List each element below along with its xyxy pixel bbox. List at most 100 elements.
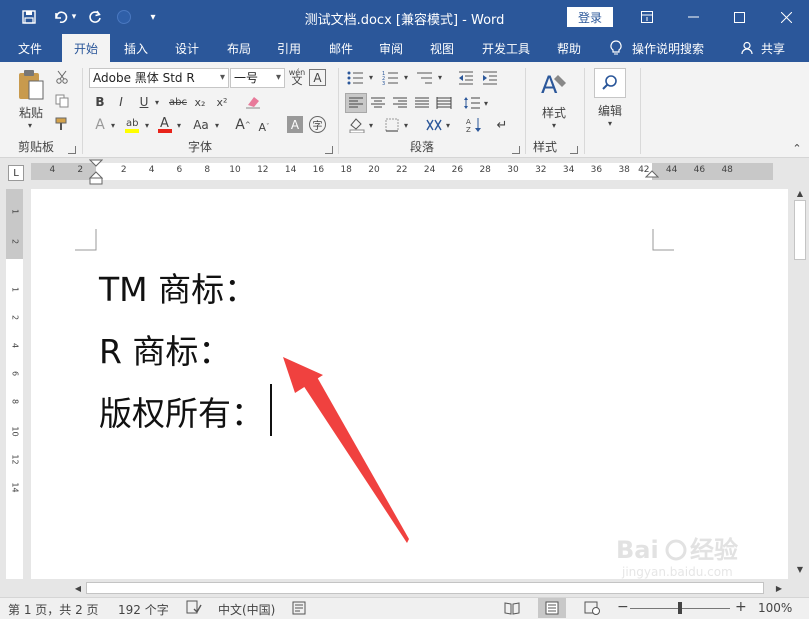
shading-dropdown-icon[interactable]: ▾ [367, 116, 375, 134]
tab-file[interactable]: 文件 [10, 34, 50, 62]
paragraph-launcher-icon[interactable] [512, 146, 520, 154]
chinese-layout-dropdown-icon[interactable]: ▾ [444, 116, 452, 134]
search-icon[interactable] [594, 68, 626, 98]
phonetic-guide-icon[interactable]: wén 文 [288, 68, 306, 87]
zoom-slider-thumb[interactable] [678, 602, 682, 614]
font-launcher-icon[interactable] [325, 146, 333, 154]
bullets-dropdown-icon[interactable]: ▾ [367, 69, 375, 86]
format-painter-icon[interactable] [54, 116, 70, 132]
document-page[interactable]: TM 商标： R 商标： 版权所有： Bai 经验 jingyan.baidu.… [31, 189, 788, 579]
chinese-layout-icon[interactable] [424, 116, 444, 134]
sort-icon[interactable]: AZ [464, 116, 484, 134]
undo-dropdown-icon[interactable]: ▾ [68, 6, 80, 28]
font-color-dropdown-icon[interactable]: ▾ [174, 116, 184, 134]
doc-line-registered[interactable]: R 商标： [99, 325, 231, 373]
tab-design[interactable]: 设计 [166, 34, 208, 62]
scroll-left-icon[interactable]: ◀ [72, 582, 84, 594]
align-center-icon[interactable] [368, 93, 388, 113]
styles-dropdown-icon[interactable]: ▾ [548, 120, 560, 130]
maximize-icon[interactable] [716, 0, 762, 34]
doc-line-copyright[interactable]: 版权所有： [99, 387, 264, 435]
text-effects-icon[interactable]: A [92, 116, 108, 134]
tab-help[interactable]: 帮助 [548, 34, 590, 62]
proofing-icon[interactable] [186, 600, 202, 617]
indent-markers-icon[interactable] [89, 159, 103, 185]
zoom-out-icon[interactable]: − [617, 599, 629, 615]
distributed-icon[interactable] [434, 93, 454, 113]
align-left-icon[interactable] [345, 93, 367, 113]
tab-review[interactable]: 审阅 [370, 34, 412, 62]
enclose-characters-icon[interactable]: 字 [309, 116, 326, 133]
subscript-icon[interactable]: x₂ [192, 93, 208, 111]
close-icon[interactable] [763, 0, 809, 34]
horizontal-scrollbar[interactable]: ◀ ▶ [70, 580, 791, 596]
ribbon-display-icon[interactable] [624, 0, 670, 34]
horizontal-scroll-thumb[interactable] [86, 582, 764, 594]
language-indicator[interactable]: 中文(中国) [218, 601, 275, 618]
paste-icon[interactable] [12, 68, 50, 104]
vertical-ruler[interactable]: 1 2 1 2 4 6 8 10 12 14 [6, 189, 23, 579]
character-shading-icon[interactable]: A [287, 116, 303, 133]
text-effects-dropdown-icon[interactable]: ▾ [108, 116, 118, 134]
touch-mode-icon[interactable] [113, 6, 135, 28]
strikethrough-icon[interactable]: abc [168, 93, 188, 111]
web-layout-icon[interactable] [584, 601, 600, 618]
numbering-dropdown-icon[interactable]: ▾ [402, 69, 410, 86]
scroll-right-icon[interactable]: ▶ [773, 582, 785, 594]
tab-insert[interactable]: 插入 [115, 34, 157, 62]
decrease-indent-icon[interactable] [456, 69, 476, 86]
zoom-level[interactable]: 100% [758, 601, 792, 615]
tell-me-search[interactable]: 操作说明搜索 [632, 34, 712, 62]
clipboard-launcher-icon[interactable] [68, 146, 76, 154]
horizontal-ruler[interactable]: 42 2 4 6 8 10 12 14 16 18 20 22 24 26 28 30 32 34 36 38 42… [31, 159, 773, 185]
borders-icon[interactable] [382, 116, 402, 134]
tab-home[interactable]: 开始 [62, 34, 110, 63]
tab-references[interactable]: 引用 [268, 34, 310, 62]
font-family-select[interactable]: Adobe 黑体 Std R ▾ [89, 68, 229, 88]
customize-qat-icon[interactable]: ▾ [142, 6, 164, 28]
page-count[interactable]: 第 1 页，共 2 页 [8, 601, 99, 618]
italic-icon[interactable]: I [113, 93, 129, 111]
editing-dropdown-icon[interactable]: ▾ [604, 118, 616, 128]
scroll-up-icon[interactable]: ▲ [794, 188, 806, 198]
change-case-dropdown-icon[interactable]: ▾ [212, 116, 222, 134]
macro-recording-icon[interactable] [292, 601, 306, 618]
styles-button[interactable]: 样式 [534, 104, 574, 120]
underline-icon[interactable]: U [136, 93, 152, 111]
styles-icon[interactable]: A [536, 68, 572, 102]
word-count[interactable]: 192 个字 [118, 601, 169, 618]
justify-icon[interactable] [412, 93, 432, 113]
right-indent-icon[interactable] [645, 170, 659, 182]
numbering-icon[interactable]: 123 [380, 69, 402, 86]
styles-launcher-icon[interactable] [570, 146, 578, 154]
font-size-select[interactable]: 一号 ▾ [230, 68, 285, 88]
shrink-font-icon[interactable]: Aˇ [256, 118, 272, 136]
align-right-icon[interactable] [390, 93, 410, 113]
cut-icon[interactable] [54, 69, 70, 85]
shading-icon[interactable] [347, 116, 367, 134]
zoom-in-icon[interactable]: + [735, 599, 747, 615]
save-icon[interactable] [18, 6, 40, 28]
paste-dropdown-icon[interactable]: ▾ [24, 120, 36, 130]
increase-indent-icon[interactable] [480, 69, 500, 86]
tab-selector-icon[interactable]: L [8, 165, 24, 181]
highlight-dropdown-icon[interactable]: ▾ [142, 116, 152, 134]
line-spacing-icon[interactable] [462, 93, 482, 113]
collapse-ribbon-icon[interactable]: ⌃ [790, 142, 804, 155]
bullets-icon[interactable] [345, 69, 367, 86]
show-marks-icon[interactable]: ↵ [494, 116, 510, 134]
tab-view[interactable]: 视图 [421, 34, 463, 62]
borders-dropdown-icon[interactable]: ▾ [402, 116, 410, 134]
share-button[interactable]: 共享 [758, 34, 788, 62]
clear-formatting-icon[interactable] [244, 93, 262, 111]
login-button[interactable]: 登录 [567, 7, 613, 27]
character-border-icon[interactable]: A [309, 69, 326, 86]
editing-button[interactable]: 编辑 [590, 102, 630, 118]
multilevel-dropdown-icon[interactable]: ▾ [436, 69, 444, 86]
minimize-icon[interactable] [670, 0, 716, 34]
scroll-down-icon[interactable]: ▼ [794, 564, 806, 574]
share-user-icon[interactable] [740, 34, 756, 62]
print-layout-icon[interactable] [538, 598, 566, 618]
multilevel-list-icon[interactable] [414, 69, 436, 86]
tab-layout[interactable]: 布局 [218, 34, 260, 62]
